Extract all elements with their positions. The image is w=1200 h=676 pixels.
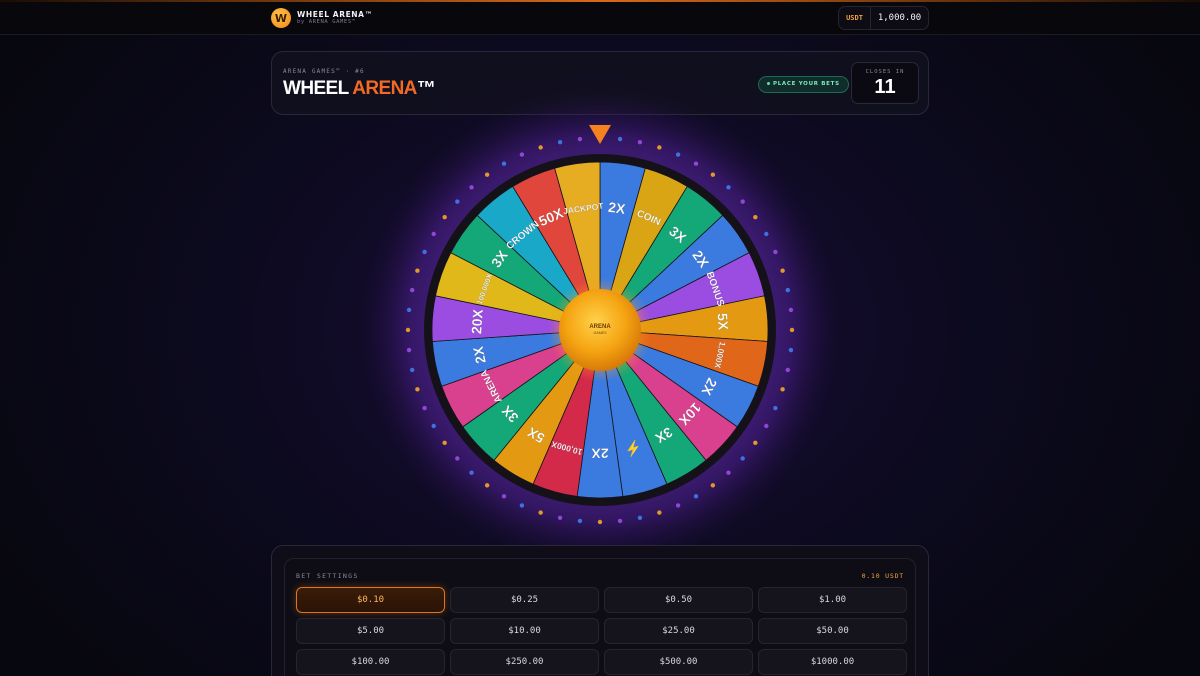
wheel-light	[469, 185, 474, 190]
bet-option-button[interactable]: $10.00	[450, 618, 599, 644]
bet-option-button[interactable]: $1.00	[758, 587, 907, 613]
wheel-light	[406, 347, 412, 353]
bet-option-button[interactable]: $500.00	[604, 649, 753, 675]
app-name: WHEEL ARENA™	[297, 9, 373, 19]
wheel-light	[740, 456, 745, 461]
wheel-light	[577, 136, 583, 142]
wheel-light	[455, 456, 460, 461]
wheel-light	[740, 199, 745, 204]
wheel-light	[773, 405, 778, 411]
wheel-light	[431, 231, 436, 237]
wheel-light	[785, 367, 791, 373]
wheel-light	[753, 214, 758, 220]
countdown-value: 11	[874, 76, 896, 98]
wheel-light	[557, 515, 563, 521]
app-by: by ARENA GAMES™	[297, 19, 356, 25]
wheel-light	[484, 483, 490, 488]
bet-option-button[interactable]: $100.00	[296, 649, 445, 675]
wheel-light	[773, 249, 778, 255]
wheel-segment-label: 2X	[607, 199, 627, 217]
prize-wheel[interactable]: 2X COIN 3X 2X BONUS 5X 1,000X 2X 10X 3X ⚡ 2X 10,000X…	[360, 88, 840, 568]
wheel-light	[406, 307, 412, 313]
status-text: PLACE YOUR BETS	[773, 81, 840, 87]
wheel-light	[617, 136, 623, 142]
wheel-light	[788, 307, 794, 313]
countdown: CLOSES IN 11	[851, 62, 919, 104]
brand-logo: W	[271, 8, 291, 28]
bet-option-button[interactable]: $5.00	[296, 618, 445, 644]
wheel-light	[726, 470, 731, 475]
wheel-light	[675, 503, 681, 508]
wheel-light	[422, 249, 427, 255]
wheel-light	[469, 470, 474, 475]
wheel-segment-label: 20X	[468, 308, 486, 335]
brand[interactable]: W WHEEL ARENA™ by ARENA GAMES™	[271, 8, 373, 28]
bet-option-button[interactable]: $1000.00	[758, 649, 907, 675]
countdown-label: CLOSES IN	[865, 69, 905, 75]
wheel-hub[interactable]	[559, 289, 641, 371]
bet-option-button[interactable]: $25.00	[604, 618, 753, 644]
wheel-light	[409, 367, 415, 373]
wheel-segment-label: 5X	[714, 312, 731, 331]
wheel-light	[519, 503, 525, 508]
wheel-light	[764, 231, 769, 237]
wheel-light	[710, 172, 716, 177]
wheel-light	[409, 287, 415, 293]
wheel-light	[442, 214, 447, 220]
title-part1: WHEEL	[283, 78, 353, 99]
wheel-light	[637, 515, 643, 521]
wallet-amount: 1,000.00	[877, 13, 922, 23]
wallet-currency: USDT	[839, 7, 871, 29]
bet-option-button[interactable]: $0.25	[450, 587, 599, 613]
wheel-light	[405, 327, 411, 333]
bet-settings-panel: BET SETTINGS 0.10 USDT $0.10 $0.25 $0.50…	[271, 545, 929, 676]
round-label: ARENA GAMES™ · #6	[283, 68, 365, 75]
wheel-light	[577, 518, 583, 524]
wheel-light	[431, 423, 436, 429]
wheel-light	[415, 268, 420, 273]
wheel-light	[657, 145, 662, 150]
wheel-light	[519, 152, 525, 157]
wallet-balance[interactable]: USDT 1,000.00	[838, 6, 929, 30]
hub-text-line2: GAMES	[594, 331, 608, 335]
wheel-light	[780, 387, 785, 392]
wheel-light	[422, 405, 427, 411]
wheel-light	[637, 139, 643, 145]
wheel-light	[789, 327, 795, 333]
wheel-light	[484, 172, 490, 177]
wheel-light	[693, 161, 699, 166]
wheel-light	[501, 161, 507, 166]
bet-settings-title: BET SETTINGS	[296, 572, 359, 580]
wheel-light	[538, 145, 543, 150]
wheel-light	[675, 152, 681, 157]
bet-option-button[interactable]: $0.10	[296, 587, 445, 613]
wheel-light	[557, 139, 563, 145]
wheel-light	[538, 510, 543, 515]
wheel-light	[617, 518, 623, 524]
wheel-light	[753, 440, 758, 446]
top-bar: W WHEEL ARENA™ by ARENA GAMES™ USDT 1,00…	[0, 2, 1200, 35]
wheel-graphic: 2XCOIN3X2XBONUS5X1,000X2X10X3X⚡2X10,000X…	[360, 88, 840, 568]
wheel-light	[780, 268, 785, 273]
wheel-light	[788, 347, 794, 353]
wheel-segment-label: 2X	[591, 445, 609, 461]
wheel-light	[693, 494, 699, 499]
status-dot-icon	[767, 82, 770, 85]
wheel-light	[764, 423, 769, 429]
hub-text-line1: ARENA	[589, 324, 611, 330]
wheel-light	[501, 494, 507, 499]
bet-amount-grid: $0.10 $0.25 $0.50 $1.00 $5.00 $10.00 $25…	[296, 587, 907, 675]
bet-option-button[interactable]: $50.00	[758, 618, 907, 644]
wheel-light	[657, 510, 662, 515]
wheel-light	[785, 287, 791, 293]
wheel-light	[455, 199, 460, 204]
current-bet: 0.10 USDT	[861, 572, 904, 580]
wheel-light	[726, 185, 731, 190]
wheel-light	[597, 519, 603, 525]
bet-option-button[interactable]: $250.00	[450, 649, 599, 675]
bet-option-button[interactable]: $0.50	[604, 587, 753, 613]
wheel-light	[710, 483, 716, 488]
wheel-light	[442, 440, 447, 446]
wheel-light	[415, 387, 420, 392]
